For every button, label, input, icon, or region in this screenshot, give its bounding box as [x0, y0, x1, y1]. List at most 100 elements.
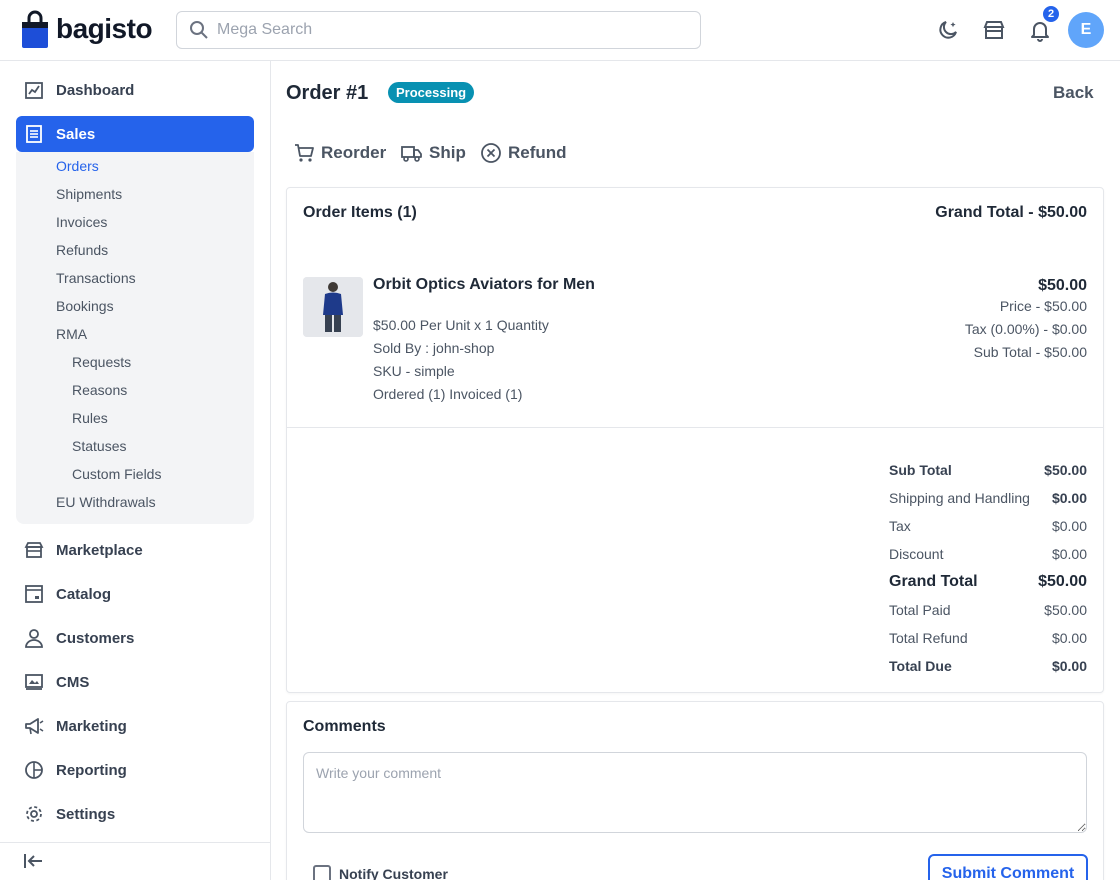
sidebar-sub-shipments[interactable]: Shipments: [56, 186, 122, 202]
sidebar-item-customers[interactable]: Customers: [16, 620, 254, 656]
product-sold-by: Sold By : john-shop: [373, 340, 495, 356]
ship-label: Ship: [429, 143, 466, 162]
sidebar-item-reporting[interactable]: Reporting: [16, 752, 254, 788]
sales-submenu: Orders Shipments Invoices Refunds Transa…: [16, 152, 254, 524]
product-sku: SKU - simple: [373, 363, 455, 379]
sidebar-item-settings[interactable]: Settings: [16, 796, 254, 832]
cancel-circle-icon: [481, 143, 501, 163]
collapse-sidebar-button[interactable]: [22, 851, 44, 876]
product-thumbnail[interactable]: [303, 277, 363, 337]
top-header: bagisto 2 E: [0, 0, 1120, 61]
grand-total-heading: Grand Total - $50.00: [935, 204, 1087, 221]
sidebar-item-label: Catalog: [56, 585, 112, 603]
sidebar-item-dashboard[interactable]: Dashboard: [16, 72, 254, 108]
sidebar-item-label: Marketing: [56, 717, 127, 735]
cart-icon: [295, 144, 314, 162]
cms-icon: [25, 674, 43, 690]
sidebar-item-label: Settings: [56, 805, 116, 823]
refund-button[interactable]: Refund: [480, 142, 567, 164]
storefront-button[interactable]: [980, 16, 1008, 44]
sidebar-sub-refunds[interactable]: Refunds: [56, 242, 108, 258]
submit-comment-button[interactable]: Submit Comment: [928, 854, 1088, 880]
summary-value-discount: $0.00: [1051, 546, 1087, 562]
summary-value-total-due: $0.00: [1051, 658, 1087, 674]
moon-icon: [939, 21, 957, 39]
summary-value-sub-total: $50.00: [1044, 462, 1087, 478]
item-price: Price - $50.00: [999, 298, 1087, 314]
summary-value-tax: $0.00: [1051, 518, 1087, 534]
sidebar-sub-invoices[interactable]: Invoices: [56, 214, 107, 230]
item-tax: Tax (0.00%) - $0.00: [964, 321, 1087, 337]
megaphone-icon: [25, 718, 44, 735]
sidebar-item-label: Reporting: [56, 761, 127, 779]
sidebar-item-marketplace[interactable]: Marketplace: [16, 532, 254, 568]
product-image: [303, 277, 363, 337]
product-name[interactable]: Orbit Optics Aviators for Men: [373, 276, 598, 293]
dashboard-icon: [25, 82, 43, 99]
sidebar-sub-orders[interactable]: Orders: [56, 158, 99, 174]
logo-text: bagisto: [56, 13, 153, 44]
comments-title: Comments: [303, 718, 386, 735]
summary-label-tax: Tax: [889, 518, 911, 534]
product-unit-qty: $50.00 Per Unit x 1 Quantity: [373, 317, 549, 333]
search-icon: [190, 21, 208, 39]
sidebar-divider: [0, 842, 270, 843]
user-icon: [25, 629, 43, 648]
reorder-button[interactable]: Reorder: [293, 142, 386, 164]
sidebar-item-sales[interactable]: Sales: [16, 116, 254, 152]
summary-label-discount: Discount: [889, 546, 944, 562]
product-status: Ordered (1) Invoiced (1): [373, 386, 523, 402]
search-input[interactable]: [217, 21, 677, 39]
summary-label-shipping: Shipping and Handling: [889, 490, 1030, 506]
sidebar-item-cms[interactable]: CMS: [16, 664, 254, 700]
sidebar-sub-rma-rules[interactable]: Rules: [72, 410, 108, 426]
gear-icon: [26, 806, 42, 822]
pie-chart-icon: [25, 761, 43, 779]
summary-label-total-refund: Total Refund: [889, 630, 968, 646]
summary-value-grand-total: $50.00: [1038, 573, 1087, 590]
summary-value-total-paid: $50.00: [1044, 602, 1087, 618]
back-button[interactable]: Back: [1053, 83, 1094, 103]
reorder-label: Reorder: [321, 143, 387, 162]
sidebar-item-marketing[interactable]: Marketing: [16, 708, 254, 744]
sidebar-sub-rma-requests[interactable]: Requests: [72, 354, 131, 370]
catalog-icon: [25, 585, 43, 603]
comment-textarea[interactable]: [303, 752, 1087, 833]
sidebar-item-label: Dashboard: [56, 81, 135, 99]
sidebar-sub-rma-statuses[interactable]: Statuses: [72, 438, 126, 454]
sidebar-sub-transactions[interactable]: Transactions: [56, 270, 136, 286]
notification-badge: 2: [1041, 4, 1061, 24]
order-items-title: Order Items (1): [303, 204, 417, 221]
main-content: Order #1 Processing Back Reorder Ship Re…: [271, 61, 1120, 880]
sidebar-sub-rma-custom-fields[interactable]: Custom Fields: [72, 466, 161, 482]
mega-search[interactable]: [176, 11, 701, 49]
dark-mode-toggle[interactable]: [934, 16, 962, 44]
sidebar-sub-bookings[interactable]: Bookings: [56, 298, 114, 314]
logo[interactable]: bagisto: [20, 10, 153, 48]
sidebar-sub-rma[interactable]: RMA: [56, 326, 87, 342]
sidebar-sub-rma-reasons[interactable]: Reasons: [72, 382, 127, 398]
page-title: Order #1: [286, 82, 369, 104]
ship-button[interactable]: Ship: [401, 142, 466, 164]
status-badge: Processing: [388, 82, 475, 103]
shopping-bag-icon: [22, 10, 48, 48]
order-items-card: Order Items (1) Grand Total - $50.00 Orb…: [286, 187, 1104, 693]
notify-customer-label: Notify Customer: [339, 866, 448, 880]
notify-customer-checkbox[interactable]: Notify Customer: [313, 865, 448, 880]
summary-label-grand-total: Grand Total: [889, 573, 978, 590]
store-icon: [983, 21, 1005, 39]
item-sub-total: Sub Total - $50.00: [973, 344, 1087, 360]
sidebar-item-label: CMS: [56, 673, 90, 691]
card-divider: [287, 427, 1103, 428]
avatar[interactable]: E: [1068, 12, 1104, 48]
truck-icon: [401, 146, 422, 162]
sidebar-item-label: Sales: [56, 125, 96, 143]
checkbox[interactable]: [313, 865, 331, 880]
summary-value-shipping: $0.00: [1051, 490, 1087, 506]
collapse-icon: [24, 854, 42, 868]
refund-label: Refund: [508, 143, 567, 162]
summary-label-total-paid: Total Paid: [889, 602, 951, 618]
sidebar-item-catalog[interactable]: Catalog: [16, 576, 254, 612]
sidebar-sub-eu-withdrawals[interactable]: EU Withdrawals: [56, 494, 156, 510]
store-icon: [24, 542, 44, 558]
